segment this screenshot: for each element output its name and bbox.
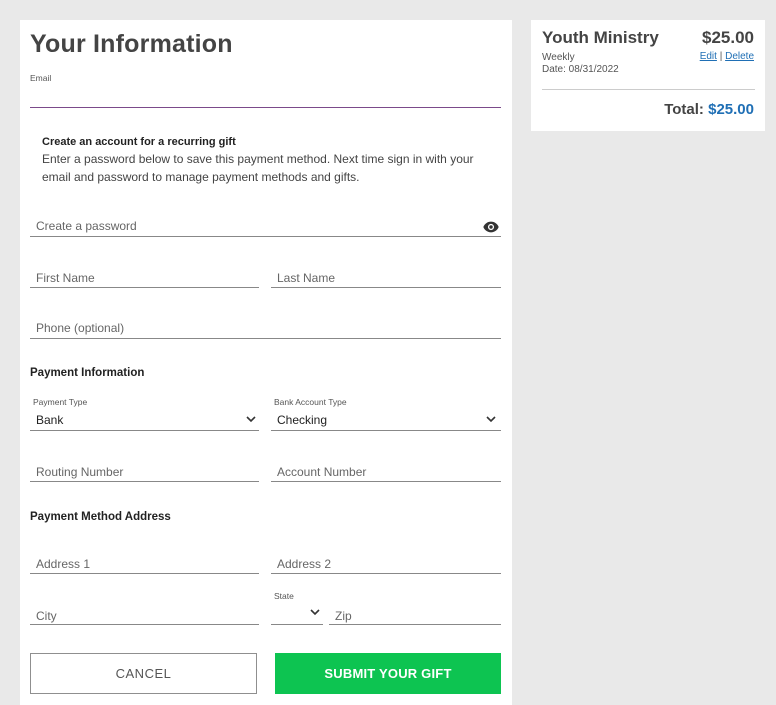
gift-actions: Edit | Delete — [700, 51, 754, 62]
routing-number-underline — [30, 481, 259, 482]
zip-underline — [329, 624, 501, 625]
summary-divider — [542, 89, 755, 90]
first-name-field[interactable]: First Name — [36, 271, 95, 285]
phone-underline — [30, 338, 501, 339]
payment-type-underline — [30, 430, 259, 431]
bank-account-type-underline — [271, 430, 501, 431]
account-number-field[interactable]: Account Number — [277, 465, 366, 479]
cancel-button[interactable]: CANCEL — [30, 653, 257, 694]
last-name-underline — [271, 287, 501, 288]
address2-field[interactable]: Address 2 — [277, 557, 331, 571]
link-separator: | — [719, 51, 723, 62]
eye-icon[interactable] — [483, 221, 499, 233]
address2-underline — [271, 573, 501, 574]
state-underline — [271, 624, 323, 625]
gift-date: Date: 08/31/2022 — [542, 64, 619, 75]
bank-account-type-select[interactable]: Checking — [277, 413, 327, 427]
state-label: State — [274, 591, 294, 601]
payment-information-heading: Payment Information — [30, 367, 145, 379]
total-label: Total: — [664, 101, 704, 118]
edit-link[interactable]: Edit — [700, 51, 717, 62]
chevron-down-icon[interactable] — [246, 415, 256, 423]
payment-type-label: Payment Type — [33, 397, 88, 407]
city-field[interactable]: City — [36, 609, 57, 623]
zip-field[interactable]: Zip — [335, 609, 352, 623]
email-underline — [30, 107, 501, 108]
gift-frequency: Weekly — [542, 52, 575, 63]
phone-field[interactable]: Phone (optional) — [36, 321, 124, 335]
email-field[interactable] — [30, 82, 501, 108]
chevron-down-icon[interactable] — [310, 608, 320, 616]
information-form: Your Information Email Create an account… — [20, 20, 512, 705]
payment-method-address-heading: Payment Method Address — [30, 511, 171, 523]
password-field[interactable]: Create a password — [36, 219, 137, 233]
total: Total: $25.00 — [664, 101, 754, 118]
first-name-underline — [30, 287, 259, 288]
delete-link[interactable]: Delete — [725, 51, 754, 62]
account-number-underline — [271, 481, 501, 482]
bank-account-type-label: Bank Account Type — [274, 397, 347, 407]
submit-gift-button[interactable]: SUBMIT YOUR GIFT — [275, 653, 501, 694]
gift-amount: $25.00 — [702, 28, 754, 47]
city-underline — [30, 624, 259, 625]
fund-name: Youth Ministry — [542, 28, 659, 47]
gift-summary: Youth Ministry $25.00 Weekly Date: 08/31… — [531, 20, 765, 131]
address1-underline — [30, 573, 259, 574]
last-name-field[interactable]: Last Name — [277, 271, 335, 285]
total-amount: $25.00 — [708, 101, 754, 118]
routing-number-field[interactable]: Routing Number — [36, 465, 123, 479]
payment-type-select[interactable]: Bank — [36, 413, 63, 427]
password-underline — [30, 236, 501, 237]
chevron-down-icon[interactable] — [486, 415, 496, 423]
account-info: Create an account for a recurring gift E… — [42, 136, 482, 186]
account-heading: Create an account for a recurring gift — [42, 136, 236, 148]
address1-field[interactable]: Address 1 — [36, 557, 90, 571]
account-description: Enter a password below to save this paym… — [42, 152, 474, 184]
page-title: Your Information — [30, 30, 233, 58]
